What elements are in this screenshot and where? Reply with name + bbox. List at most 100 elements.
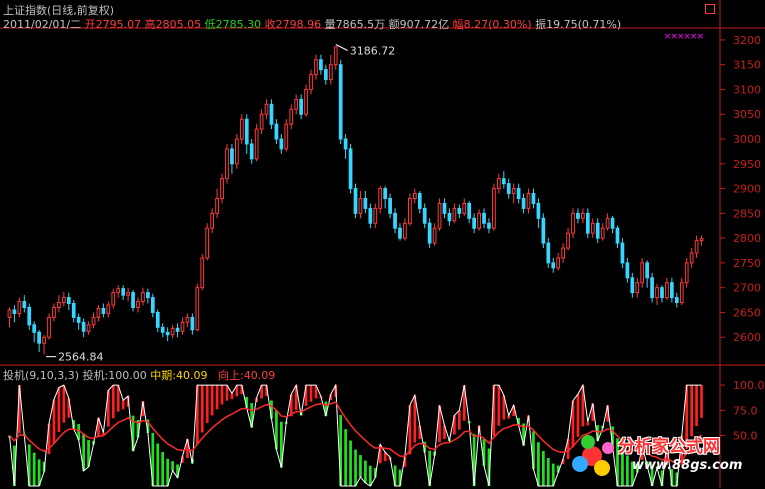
candle-body	[492, 188, 496, 229]
candle-body	[220, 178, 224, 199]
tick-label: 3200	[733, 34, 761, 47]
candle-body	[210, 212, 215, 229]
amount-label: 额	[388, 18, 400, 31]
candle-body	[294, 98, 299, 110]
indicator-bar	[121, 400, 125, 410]
candle-body	[249, 143, 254, 160]
candle-body	[57, 302, 61, 308]
candle-body	[32, 324, 37, 333]
kline-chart[interactable]: 2600 2650 2700 2750 2800 2850 2900 2950 3000 3050…	[0, 0, 765, 488]
candle-body	[131, 292, 135, 308]
candle-body	[22, 301, 27, 308]
chart-grid	[0, 0, 765, 488]
candle-body	[42, 336, 46, 344]
indicator-line1-value: 100.00	[108, 369, 147, 382]
candle-body	[200, 257, 205, 289]
candle-body	[319, 59, 323, 71]
candle-body	[284, 123, 289, 150]
candle-body	[368, 207, 373, 224]
candle-body	[338, 64, 343, 140]
candle-body	[289, 108, 294, 125]
indicator-bar	[359, 455, 362, 477]
candle-body	[590, 222, 595, 234]
indicator-bar	[220, 385, 224, 405]
candle-body	[585, 212, 590, 234]
watermark-url: www.88gs.com	[632, 458, 743, 473]
volume-value: 7865.5万	[335, 18, 386, 31]
candle-body	[121, 288, 126, 296]
indicator-name: 投机(9,10,3,3)	[3, 369, 80, 382]
candle-body	[81, 321, 86, 332]
tick-label: 2950	[733, 158, 761, 171]
candle-body	[363, 197, 368, 209]
candle-body	[7, 309, 12, 318]
candle-body	[235, 138, 239, 165]
indicator-bar	[700, 385, 703, 418]
candle-body	[333, 46, 338, 66]
candle-body	[482, 212, 486, 224]
tick-label: 2750	[733, 257, 761, 270]
candle-body	[264, 103, 269, 115]
indicator-readout: 投机(9,10,3,3) 投机:100.00 中期:40.09 向上:40.09	[3, 367, 275, 383]
low-label: 低	[204, 18, 216, 31]
indicator-bar	[541, 450, 545, 486]
open-label: 开	[84, 18, 96, 31]
indicator-line2-label: 中期:	[150, 369, 177, 382]
candle-body	[274, 123, 279, 140]
indicator-bar	[62, 385, 66, 423]
candle-body	[47, 316, 51, 338]
candle-body	[37, 331, 41, 344]
indicator-bar	[695, 385, 698, 427]
candle-body	[521, 197, 526, 209]
candle-body	[605, 217, 610, 229]
candle-body	[566, 232, 570, 249]
candle-body	[610, 217, 615, 229]
candle-body	[150, 297, 155, 313]
tick-label: 3000	[733, 133, 761, 146]
candle-body	[279, 138, 284, 150]
candle-body	[511, 188, 516, 195]
candle-body	[412, 193, 417, 199]
min-label: 2564.84	[58, 351, 103, 364]
amplitude-label: 振	[535, 18, 547, 31]
candle-body	[343, 138, 348, 150]
candle-body	[190, 316, 195, 331]
candle-body	[635, 282, 640, 294]
indicator-bar	[349, 440, 352, 486]
candle-body	[175, 327, 180, 332]
candle-body	[403, 222, 407, 239]
candle-body	[52, 306, 56, 318]
candle-body	[501, 178, 506, 185]
tick-label: 3100	[733, 83, 761, 96]
tick-label: 2600	[733, 331, 761, 344]
candle-body	[487, 222, 491, 229]
indicator-line3-value: 40.09	[243, 369, 276, 382]
candle-body	[551, 262, 556, 269]
indicator-bar	[354, 449, 357, 486]
candle-body	[299, 98, 303, 115]
candle-body	[546, 242, 551, 264]
candle-body	[452, 207, 457, 222]
candle-body	[660, 287, 664, 299]
indicator-bar	[546, 457, 550, 486]
candle-body	[17, 301, 22, 314]
candle-body	[393, 212, 397, 229]
high-label: 高	[144, 18, 156, 31]
indicator-bar	[586, 421, 590, 426]
candle-body	[536, 202, 541, 219]
candle-body	[136, 301, 140, 308]
indicator-bar	[171, 461, 174, 471]
candle-body	[116, 288, 121, 294]
candle-body	[195, 287, 200, 331]
indicator-bar	[309, 385, 313, 402]
candle-body	[417, 193, 422, 209]
maximize-icon[interactable]	[705, 4, 715, 14]
candle-body	[348, 148, 353, 190]
change-label: 幅	[452, 18, 464, 31]
candle-body	[225, 148, 229, 180]
signal-marker: ××××××	[663, 32, 704, 42]
close-value: 2798.96	[275, 18, 322, 31]
indicator-bar	[32, 452, 36, 486]
candle-body	[383, 188, 388, 199]
candle-body	[556, 257, 561, 269]
